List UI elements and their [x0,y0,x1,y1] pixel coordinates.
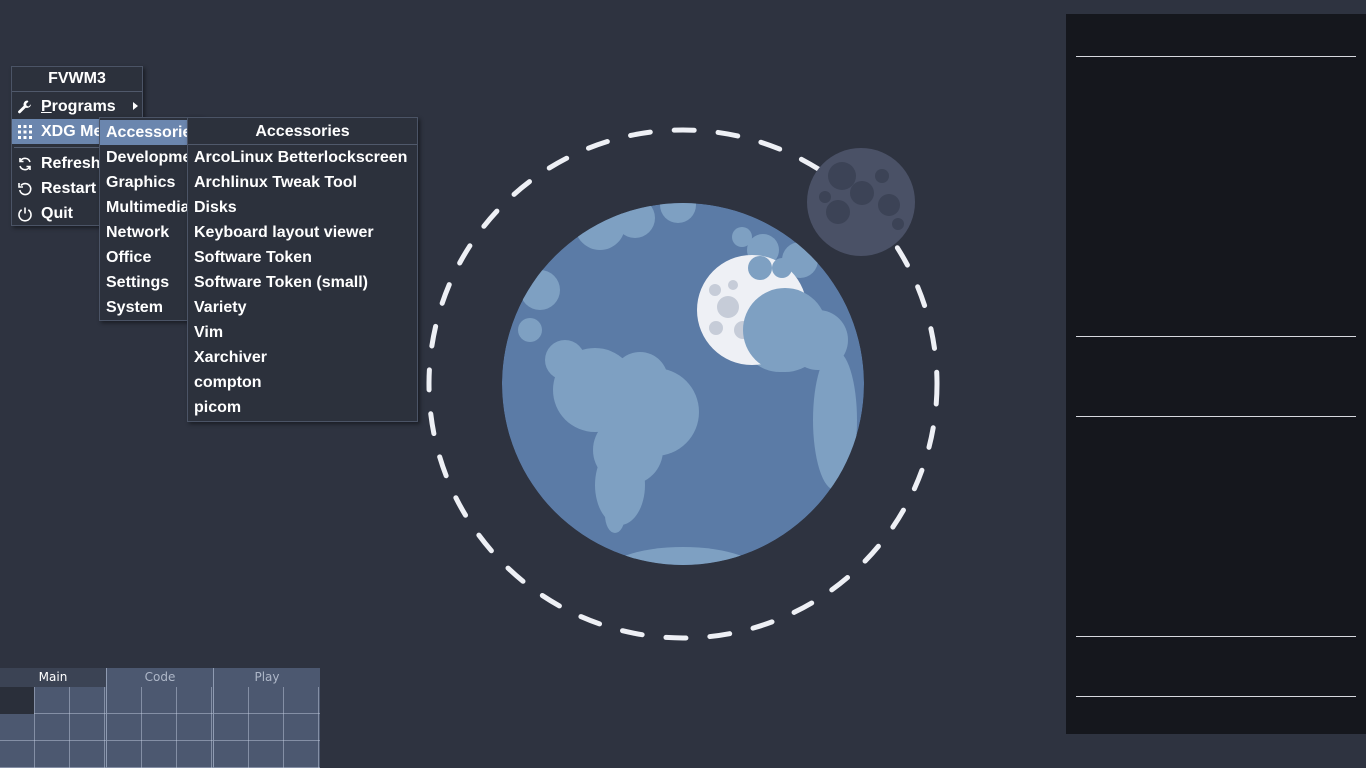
desk-label: Code [144,670,176,684]
refresh-icon [19,157,31,171]
menu-item-app[interactable]: Vim [188,320,417,345]
menu-item-label: Refresh [41,155,101,172]
moon-small [807,148,915,256]
menu-item-label: ArcoLinux Betterlockscreen [194,149,408,166]
menu-item-graphics[interactable]: Graphics [100,170,200,195]
desktop-pager: Main Code Play [0,668,320,768]
window-thumbnail[interactable] [0,687,34,714]
menu-item-label: Variety [194,299,247,316]
menu-item-label: Office [106,249,152,266]
menu-item-app[interactable]: Software Token [188,245,417,270]
menu-item-label: Network [106,224,170,241]
desk-grid [107,687,213,768]
divider [1076,416,1356,417]
grid-icon [18,125,32,139]
menu-item-label: Xarchiver [194,349,267,366]
menu-item-app[interactable]: Keyboard layout viewer [188,220,417,245]
menu-item-settings[interactable]: Settings [100,270,200,295]
xdg-submenu: Accessories Development Graphics Multime… [99,117,201,321]
menu-item-app[interactable]: compton [188,370,417,395]
submenu-arrow-icon [133,102,138,110]
menu-item-app[interactable]: picom [188,395,417,420]
desk-code[interactable]: Code [107,668,213,768]
menu-item-label: Archlinux Tweak Tool [194,174,357,191]
earth [502,203,864,565]
wrench-icon [18,100,31,114]
menu-title: FVWM3 [12,67,142,92]
divider [1076,636,1356,637]
menu-item-network[interactable]: Network [100,220,200,245]
menu-item-label: Quit [41,205,73,222]
desk-label: Play [254,670,280,684]
menu-item-label: Restart [41,180,97,197]
menu-item-programs[interactable]: Programs [12,94,142,119]
menu-item-system[interactable]: System [100,295,200,320]
programs-rest: rograms [51,98,116,115]
divider [1076,696,1356,697]
divider [1076,56,1356,57]
desk-main[interactable]: Main [0,668,106,768]
menu-item-label: compton [194,374,262,391]
menu-item-app[interactable]: Software Token (small) [188,270,417,295]
restart-icon [18,182,32,196]
menu-item-app[interactable]: Disks [188,195,417,220]
menu-item-app[interactable]: ArcoLinux Betterlockscreen [188,145,417,170]
desk-play[interactable]: Play [214,668,320,768]
menu-item-label: System [106,299,163,316]
menu-item-label: Settings [106,274,170,291]
menu-item-label: Graphics [106,174,176,191]
menu-item-label: Disks [194,199,237,216]
menu-item-office[interactable]: Office [100,245,200,270]
menu-item-multimedia[interactable]: Multimedia [100,195,200,220]
menu-item-label: Multimedia [106,199,190,216]
menu-item-label: Programs [41,98,116,115]
menu-item-app[interactable]: Variety [188,295,417,320]
menu-item-label: Vim [194,324,224,341]
menu-item-label: Keyboard layout viewer [194,224,374,241]
menu-title: Accessories [188,120,417,145]
menu-item-label: picom [194,399,242,416]
desk-label: Main [0,668,106,687]
power-icon [18,207,32,222]
accessories-submenu: Accessories ArcoLinux Betterlockscreen A… [187,117,418,422]
menu-item-label: Software Token [194,249,312,266]
menu-item-app[interactable]: Archlinux Tweak Tool [188,170,417,195]
system-info-panel [1066,14,1366,734]
menu-item-development[interactable]: Development [100,145,200,170]
divider [1076,336,1356,337]
menu-item-label: Software Token (small) [194,274,368,291]
menu-item-app[interactable]: Xarchiver [188,345,417,370]
desk-grid [214,687,320,768]
menu-item-accessories[interactable]: Accessories [100,120,200,145]
